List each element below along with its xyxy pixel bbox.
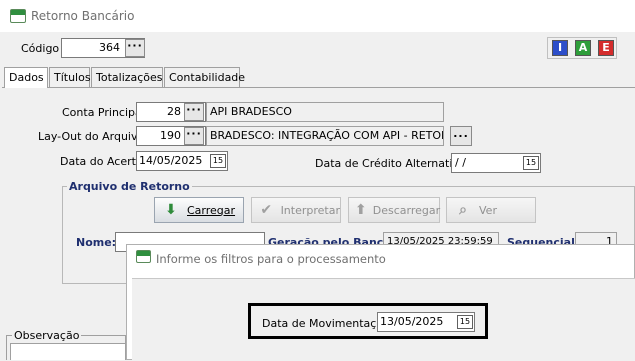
arquivo-retorno-title: Arquivo de Retorno	[67, 180, 192, 193]
conta-principal-label: Conta Principal	[62, 106, 145, 119]
layout-arquivo-more-button[interactable]: ...	[450, 126, 472, 146]
dialog-app-icon	[136, 250, 151, 263]
descarregar-button[interactable]: ⬆ Descarregar	[348, 197, 440, 223]
app-icon	[10, 9, 26, 23]
tab-dados[interactable]: Dados	[4, 67, 48, 88]
carregar-button[interactable]: ⬇ Carregar	[154, 197, 244, 223]
magnifier-icon: ⌕	[459, 202, 467, 218]
conta-principal-lookup-button[interactable]: ···	[184, 103, 204, 121]
data-credito-calendar-icon[interactable]: 15	[523, 156, 539, 170]
data-credito-label: Data de Crédito Alternativa	[315, 157, 466, 170]
layout-arquivo-description: BRADESCO: INTEGRAÇÃO COM API - RETORNO	[206, 126, 444, 146]
tab-contabilidade[interactable]: Contabilidade	[164, 67, 245, 87]
conta-principal-description: API BRADESCO	[206, 102, 444, 122]
codigo-label: Código	[21, 42, 60, 55]
info-icon[interactable]: I	[552, 40, 568, 56]
observacao-label: Observação	[12, 329, 82, 342]
data-acerto-calendar-icon[interactable]: 15	[210, 154, 226, 168]
ver-button[interactable]: ⌕ Ver	[446, 197, 536, 223]
data-movimentacao-calendar-icon[interactable]: 15	[457, 315, 473, 329]
check-icon: ✔	[260, 202, 273, 218]
interpretar-button[interactable]: ✔ Interpretar	[251, 197, 341, 223]
tab-totalizacoes[interactable]: Totalizações	[91, 67, 163, 87]
upload-icon: ⬆	[355, 202, 367, 218]
alter-icon[interactable]: A	[575, 40, 591, 56]
tab-titulos[interactable]: Títulos	[49, 67, 91, 87]
data-acerto-label: Data do Acerto	[60, 155, 143, 168]
window-title: Retorno Bancário	[31, 9, 135, 23]
data-movimentacao-label: Data de Movimentação	[262, 317, 390, 330]
nome-label: Nome:	[76, 236, 117, 249]
download-icon: ⬇	[165, 202, 177, 218]
layout-arquivo-lookup-button[interactable]: ···	[184, 127, 204, 145]
dialog-title: Informe os filtros para o processamento	[156, 252, 386, 266]
exclude-icon[interactable]: E	[598, 40, 614, 56]
layout-arquivo-label: Lay-Out do Arquivo	[38, 130, 145, 143]
codigo-lookup-button[interactable]: ···	[125, 39, 145, 57]
observacao-textarea[interactable]	[10, 343, 126, 360]
